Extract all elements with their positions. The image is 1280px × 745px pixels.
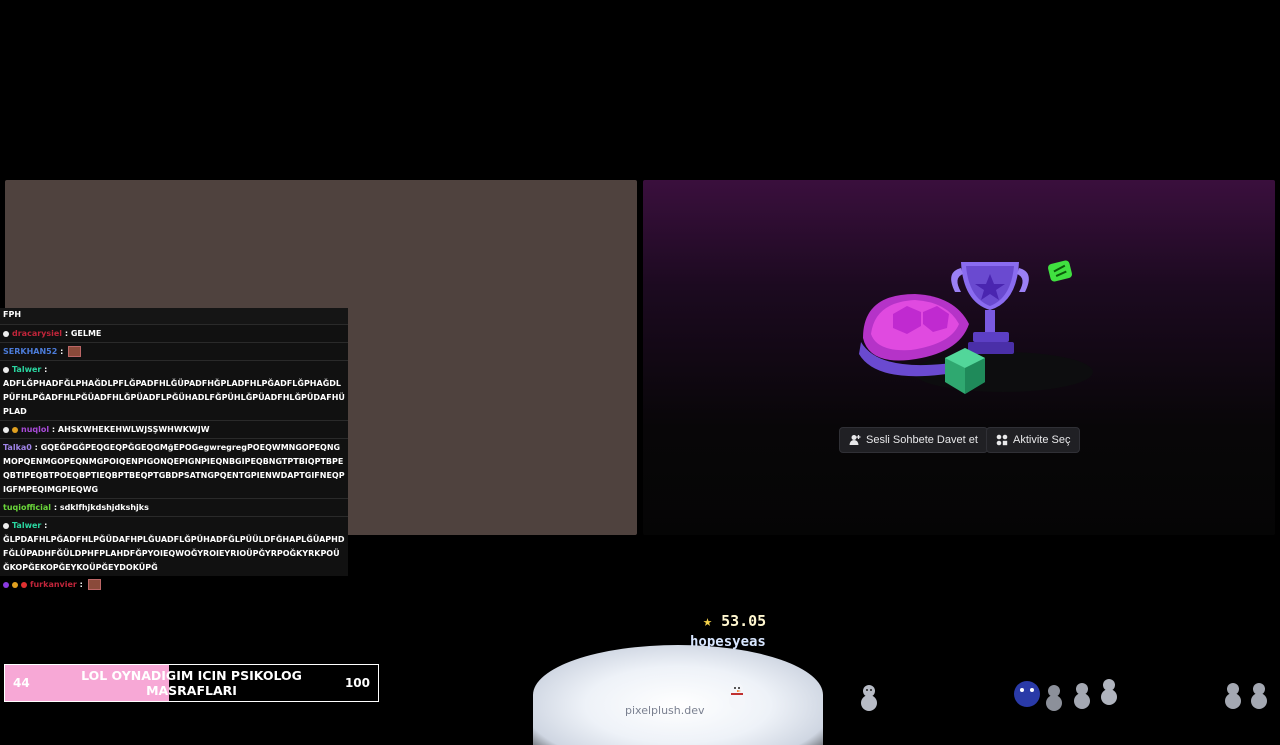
chat-separator: :	[41, 521, 48, 530]
chat-overlay: FPH dracarysiel : GELME SERKHAN52 : Talwe…	[0, 308, 348, 593]
donation-goal-bar: LOL OYNADIGIM ICIN PSIKOLOG MASRAFLARI 4…	[4, 664, 379, 702]
chat-message: SERKHAN52 :	[0, 342, 348, 360]
chat-separator: :	[57, 347, 67, 356]
chat-text: sdklfhjkdshjdkshjks	[59, 503, 149, 512]
chat-message: Talwer : ĞLPDAFHLPĞADFHLPĞÜDAFHPLĞUADFLĞP…	[0, 516, 348, 576]
chat-text: GQEĞPGĞPEQGEQPĞGEQGMğEPOGegwregregPOEQWM…	[3, 443, 345, 494]
chat-message: Talka0 : GQEĞPGĞPEQGEQPĞGEQGMğEPOGegwreg…	[0, 438, 348, 498]
chat-username[interactable]: Talka0	[3, 443, 32, 452]
chat-text: GELME	[70, 329, 102, 338]
chat-badge-icon	[3, 330, 9, 337]
player-name: hopesyeas	[690, 634, 766, 650]
chat-separator: :	[31, 443, 41, 452]
snowman-avatar	[861, 685, 877, 711]
snowman-avatar	[1225, 683, 1241, 709]
trophy-icon	[859, 260, 1093, 394]
select-activity-label: Aktivite Seç	[1013, 434, 1071, 446]
chat-separator: :	[49, 425, 58, 434]
chat-username[interactable]: Talwer	[12, 521, 41, 530]
chat-text: ADFLĞPHADFĞLPHAĞDLPFLĞPADFHLĞÜPADFHĞPLAD…	[3, 379, 345, 416]
snow-pile	[533, 645, 823, 745]
snowman-avatar	[1074, 683, 1090, 709]
snowman-avatar	[1046, 685, 1062, 711]
chat-emote-icon	[87, 579, 101, 590]
add-user-icon	[849, 435, 861, 445]
invite-voice-chat-label: Sesli Sohbete Davet et	[866, 434, 978, 446]
invite-voice-chat-button[interactable]: Sesli Sohbete Davet et	[839, 427, 988, 453]
chat-username[interactable]: dracarysiel	[12, 329, 62, 338]
snowman-avatar	[1251, 683, 1267, 709]
chat-separator: :	[51, 503, 60, 512]
select-activity-button[interactable]: Aktivite Seç	[986, 427, 1081, 453]
chat-title: FPH	[0, 308, 348, 324]
chat-username[interactable]: nuqlol	[21, 425, 49, 434]
chat-message: tuqiofficial : sdklfhjkdshjdkshjks	[0, 498, 348, 516]
chat-text: AHSKWHEKEHWLWJSŞWHWKWJW	[57, 425, 210, 434]
chat-message: Talwer : ADFLĞPHADFĞLPHAĞDLPFLĞPADFHLĞÜPA…	[0, 360, 348, 420]
chat-message: nuqlol : AHSKWHEKEHWLWJSŞWHWKWJW	[0, 420, 348, 438]
chat-badge-icon	[12, 581, 18, 588]
chat-username[interactable]: Talwer	[12, 365, 41, 374]
chat-username[interactable]: tuqiofficial	[3, 503, 51, 512]
chat-text: ĞLPDAFHLPĞADFHLPĞÜDAFHPLĞUADFLĞPÜHADFĞLP…	[3, 535, 345, 572]
chat-separator: :	[76, 580, 86, 589]
chat-badge-icon	[12, 426, 18, 433]
chat-separator: :	[41, 365, 48, 374]
snowman-avatar	[729, 683, 745, 709]
player-score: ★ 53.05	[703, 612, 766, 630]
activity-grid-icon	[996, 434, 1008, 446]
goal-target: 100	[344, 676, 370, 690]
activity-panel: Sesli Sohbete Davet et Aktivite Seç	[643, 180, 1275, 535]
chat-username[interactable]: furkanvier	[30, 580, 77, 589]
game-site-watermark: pixelplush.dev	[625, 704, 705, 717]
chat-message: furkanvier :	[0, 576, 348, 593]
chat-emote-icon	[68, 346, 82, 357]
player-score-value: 53.05	[721, 612, 767, 630]
chat-username[interactable]: SERKHAN52	[3, 347, 57, 356]
chat-badge-icon	[3, 426, 9, 433]
trophy-illustration	[853, 250, 1093, 410]
chat-separator: :	[62, 329, 71, 338]
chat-badge-icon	[3, 522, 9, 529]
goal-current: 44	[13, 676, 30, 690]
chat-badge-icon	[21, 581, 27, 588]
goal-title: LOL OYNADIGIM ICIN PSIKOLOG MASRAFLARI	[81, 668, 302, 698]
chat-message: dracarysiel : GELME	[0, 324, 348, 342]
chat-badge-icon	[3, 581, 9, 588]
snowman-avatar	[1101, 679, 1117, 705]
star-icon: ★	[703, 612, 713, 630]
chat-badge-icon	[3, 366, 9, 373]
